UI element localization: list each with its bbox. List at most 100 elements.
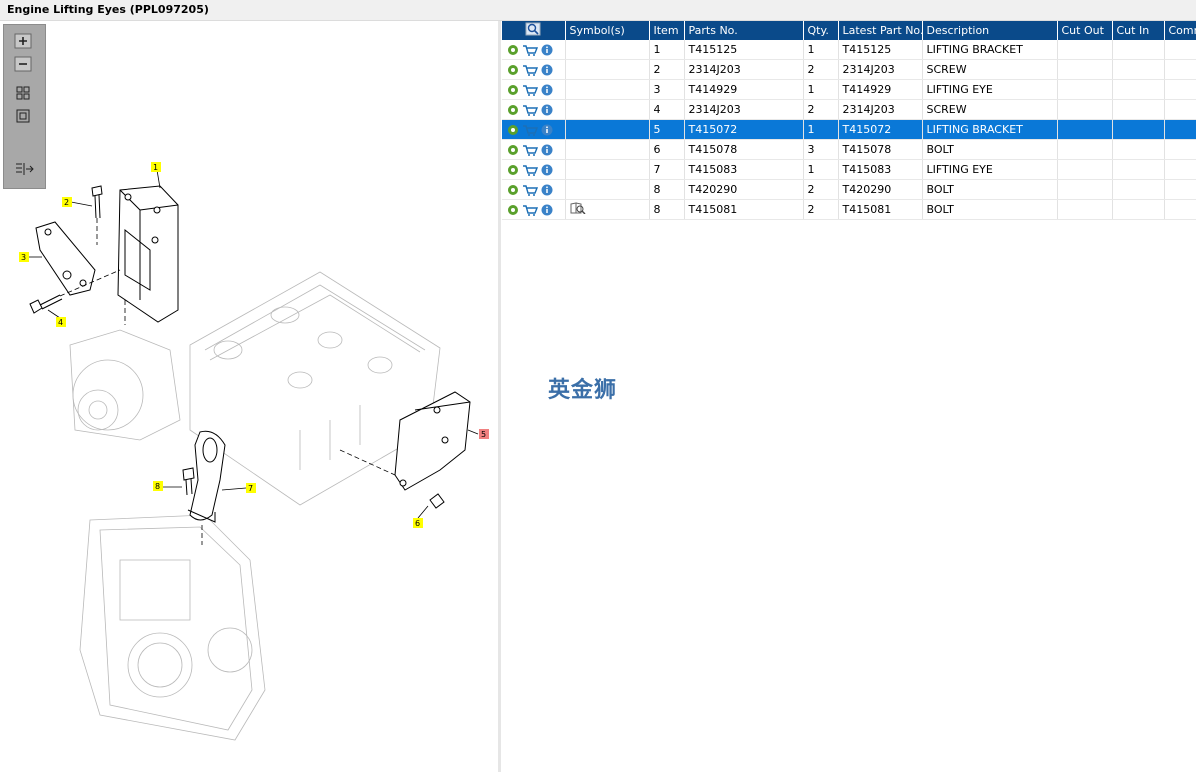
- cart-icon[interactable]: [522, 64, 538, 76]
- parts-list-grid[interactable]: Symbol(s) Item Parts No. Qty. Latest Par…: [502, 21, 1196, 220]
- callout-7[interactable]: 7: [248, 484, 253, 493]
- cart-icon[interactable]: [522, 124, 538, 136]
- callout-1[interactable]: 1: [153, 163, 158, 172]
- gear-icon[interactable]: [507, 44, 519, 56]
- table-row[interactable]: 5 T415072 1 T415072 LIFTING BRACKET: [502, 119, 1196, 140]
- list-arrow-icon[interactable]: [14, 161, 34, 177]
- row-actions[interactable]: [502, 79, 566, 100]
- symbols-cell[interactable]: [565, 99, 650, 120]
- gear-icon[interactable]: [507, 64, 519, 76]
- info-icon[interactable]: [541, 124, 553, 136]
- header-qty[interactable]: Qty.: [803, 21, 839, 40]
- zoom-toolbar: [3, 24, 46, 189]
- parts-no-cell: T415078: [684, 139, 804, 160]
- plus-icon[interactable]: [14, 33, 32, 49]
- header-parts-no[interactable]: Parts No.: [684, 21, 804, 40]
- cart-icon[interactable]: [522, 104, 538, 116]
- info-icon[interactable]: [541, 104, 553, 116]
- table-row[interactable]: 8 T415081 2 T415081 BOLT: [502, 199, 1196, 220]
- info-icon[interactable]: [541, 204, 553, 216]
- row-actions[interactable]: [502, 119, 566, 140]
- cart-icon[interactable]: [522, 184, 538, 196]
- info-icon[interactable]: [541, 64, 553, 76]
- row-actions[interactable]: [502, 40, 566, 60]
- cart-icon[interactable]: [522, 144, 538, 156]
- parts-no-cell: T415072: [684, 119, 804, 140]
- cart-icon[interactable]: [522, 84, 538, 96]
- table-row[interactable]: 3 T414929 1 T414929 LIFTING EYE: [502, 79, 1196, 100]
- row-actions[interactable]: [502, 99, 566, 120]
- description-cell: SCREW: [922, 59, 1058, 80]
- header-comment[interactable]: Comment: [1164, 21, 1196, 40]
- row-actions[interactable]: [502, 179, 566, 200]
- symbols-cell[interactable]: [565, 119, 650, 140]
- info-icon[interactable]: [541, 144, 553, 156]
- symbols-cell[interactable]: [565, 59, 650, 80]
- watermark-text: 英金狮: [548, 378, 618, 403]
- callout-8[interactable]: 8: [155, 482, 160, 491]
- row-actions[interactable]: [502, 199, 566, 220]
- parts-diagram[interactable]: 1 2 3 4 5 6 7 8: [0, 21, 498, 772]
- symbols-cell[interactable]: [565, 199, 650, 220]
- qty-cell: 3: [803, 139, 839, 160]
- description-cell: BOLT: [922, 179, 1058, 200]
- row-actions[interactable]: [502, 139, 566, 160]
- table-row[interactable]: 8 T420290 2 T420290 BOLT: [502, 179, 1196, 200]
- callout-5[interactable]: 5: [481, 430, 486, 439]
- gear-icon[interactable]: [507, 124, 519, 136]
- header-description[interactable]: Description: [922, 21, 1058, 40]
- table-row[interactable]: 4 2314J203 2 2314J203 SCREW: [502, 99, 1196, 120]
- header-search[interactable]: [502, 21, 566, 40]
- callout-4[interactable]: 4: [58, 318, 63, 327]
- gear-icon[interactable]: [507, 164, 519, 176]
- table-row[interactable]: 1 T415125 1 T415125 LIFTING BRACKET: [502, 40, 1196, 60]
- symbols-cell[interactable]: [565, 179, 650, 200]
- cut-in-cell: [1112, 79, 1165, 100]
- symbols-cell[interactable]: [565, 159, 650, 180]
- comment-cell: [1164, 119, 1196, 140]
- symbol-view-icon[interactable]: [570, 202, 586, 215]
- square-icon[interactable]: [14, 108, 32, 124]
- table-row[interactable]: 7 T415083 1 T415083 LIFTING EYE: [502, 159, 1196, 180]
- cut-out-cell: [1057, 159, 1113, 180]
- table-row[interactable]: 2 2314J203 2 2314J203 SCREW: [502, 59, 1196, 80]
- pane-splitter[interactable]: [498, 21, 501, 772]
- callout-2[interactable]: 2: [64, 198, 69, 207]
- header-item[interactable]: Item: [649, 21, 685, 40]
- callout-6[interactable]: 6: [415, 519, 420, 528]
- gear-icon[interactable]: [507, 184, 519, 196]
- minus-icon[interactable]: [14, 56, 32, 72]
- item-cell: 7: [649, 159, 685, 180]
- header-cut-in[interactable]: Cut In: [1112, 21, 1165, 40]
- gear-icon[interactable]: [507, 204, 519, 216]
- grid-icon[interactable]: [14, 85, 32, 101]
- magnifier-icon[interactable]: [525, 22, 541, 36]
- cut-in-cell: [1112, 59, 1165, 80]
- symbols-cell[interactable]: [565, 40, 650, 60]
- info-icon[interactable]: [541, 84, 553, 96]
- row-actions[interactable]: [502, 59, 566, 80]
- header-symbols[interactable]: Symbol(s): [565, 21, 650, 40]
- item-cell: 8: [649, 199, 685, 220]
- symbols-cell[interactable]: [565, 79, 650, 100]
- cart-icon[interactable]: [522, 44, 538, 56]
- cut-in-cell: [1112, 40, 1165, 60]
- symbols-cell[interactable]: [565, 139, 650, 160]
- latest-part-cell: 2314J203: [838, 99, 923, 120]
- table-row[interactable]: 6 T415078 3 T415078 BOLT: [502, 139, 1196, 160]
- comment-cell: [1164, 79, 1196, 100]
- gear-icon[interactable]: [507, 104, 519, 116]
- gear-icon[interactable]: [507, 84, 519, 96]
- cart-icon[interactable]: [522, 204, 538, 216]
- info-icon[interactable]: [541, 164, 553, 176]
- comment-cell: [1164, 40, 1196, 60]
- info-icon[interactable]: [541, 184, 553, 196]
- cart-icon[interactable]: [522, 164, 538, 176]
- header-cut-out[interactable]: Cut Out: [1057, 21, 1113, 40]
- gear-icon[interactable]: [507, 144, 519, 156]
- row-actions[interactable]: [502, 159, 566, 180]
- info-icon[interactable]: [541, 44, 553, 56]
- header-latest-part-no[interactable]: Latest Part No.: [838, 21, 923, 40]
- parts-no-cell: 2314J203: [684, 59, 804, 80]
- callout-3[interactable]: 3: [21, 253, 26, 262]
